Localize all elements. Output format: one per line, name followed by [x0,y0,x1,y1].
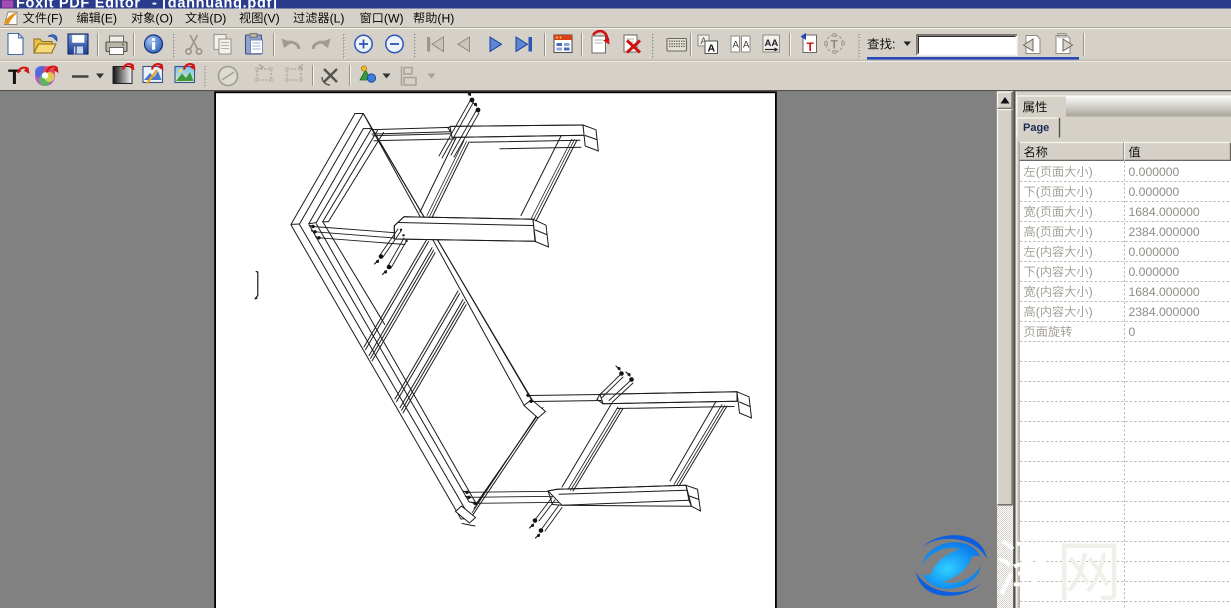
svg-text::: : [892,38,895,52]
svg-text:Page: Page [1023,122,1049,134]
svg-text:(: ( [1036,305,1040,319]
svg-text:(D): (D) [209,11,226,25]
svg-text:A: A [708,43,716,55]
svg-text:T: T [831,38,839,52]
svg-text:): ) [1089,305,1093,319]
svg-text:(: ( [1036,245,1040,259]
svg-text:0.000000: 0.000000 [1129,185,1180,199]
svg-text:(: ( [1036,225,1040,239]
svg-text:(W): (W) [384,11,404,25]
svg-text:(O): (O) [155,11,173,25]
svg-text:): ) [1089,165,1093,179]
svg-text:AA: AA [765,38,779,49]
svg-text:A: A [743,40,750,51]
svg-text:A: A [733,40,740,51]
svg-text:T: T [807,40,815,54]
svg-text:1684.000000: 1684.000000 [1129,205,1200,219]
svg-text:(: ( [1036,265,1040,279]
svg-text:(H): (H) [437,11,454,25]
svg-text:): ) [1089,225,1093,239]
svg-text:): ) [1089,245,1093,259]
svg-text:): ) [1089,285,1093,299]
svg-text:(V): (V) [263,11,279,25]
svg-text:(: ( [1036,205,1040,219]
svg-text:(: ( [1036,285,1040,299]
svg-text:): ) [1089,205,1093,219]
svg-text:): ) [1089,185,1093,199]
svg-text:(F): (F) [47,11,63,25]
svg-text:(: ( [1036,185,1040,199]
svg-text:(L): (L) [330,11,345,25]
svg-text:0.000000: 0.000000 [1129,265,1180,279]
svg-text:0: 0 [1129,325,1136,339]
svg-text:(E): (E) [101,11,117,25]
svg-text:0.000000: 0.000000 [1129,245,1180,259]
svg-text:): ) [1089,265,1093,279]
svg-text:1684.000000: 1684.000000 [1129,285,1200,299]
svg-text:(: ( [1036,165,1040,179]
svg-text:2384.000000: 2384.000000 [1129,225,1200,239]
svg-text:2384.000000: 2384.000000 [1129,305,1200,319]
svg-text:0.000000: 0.000000 [1129,165,1180,179]
